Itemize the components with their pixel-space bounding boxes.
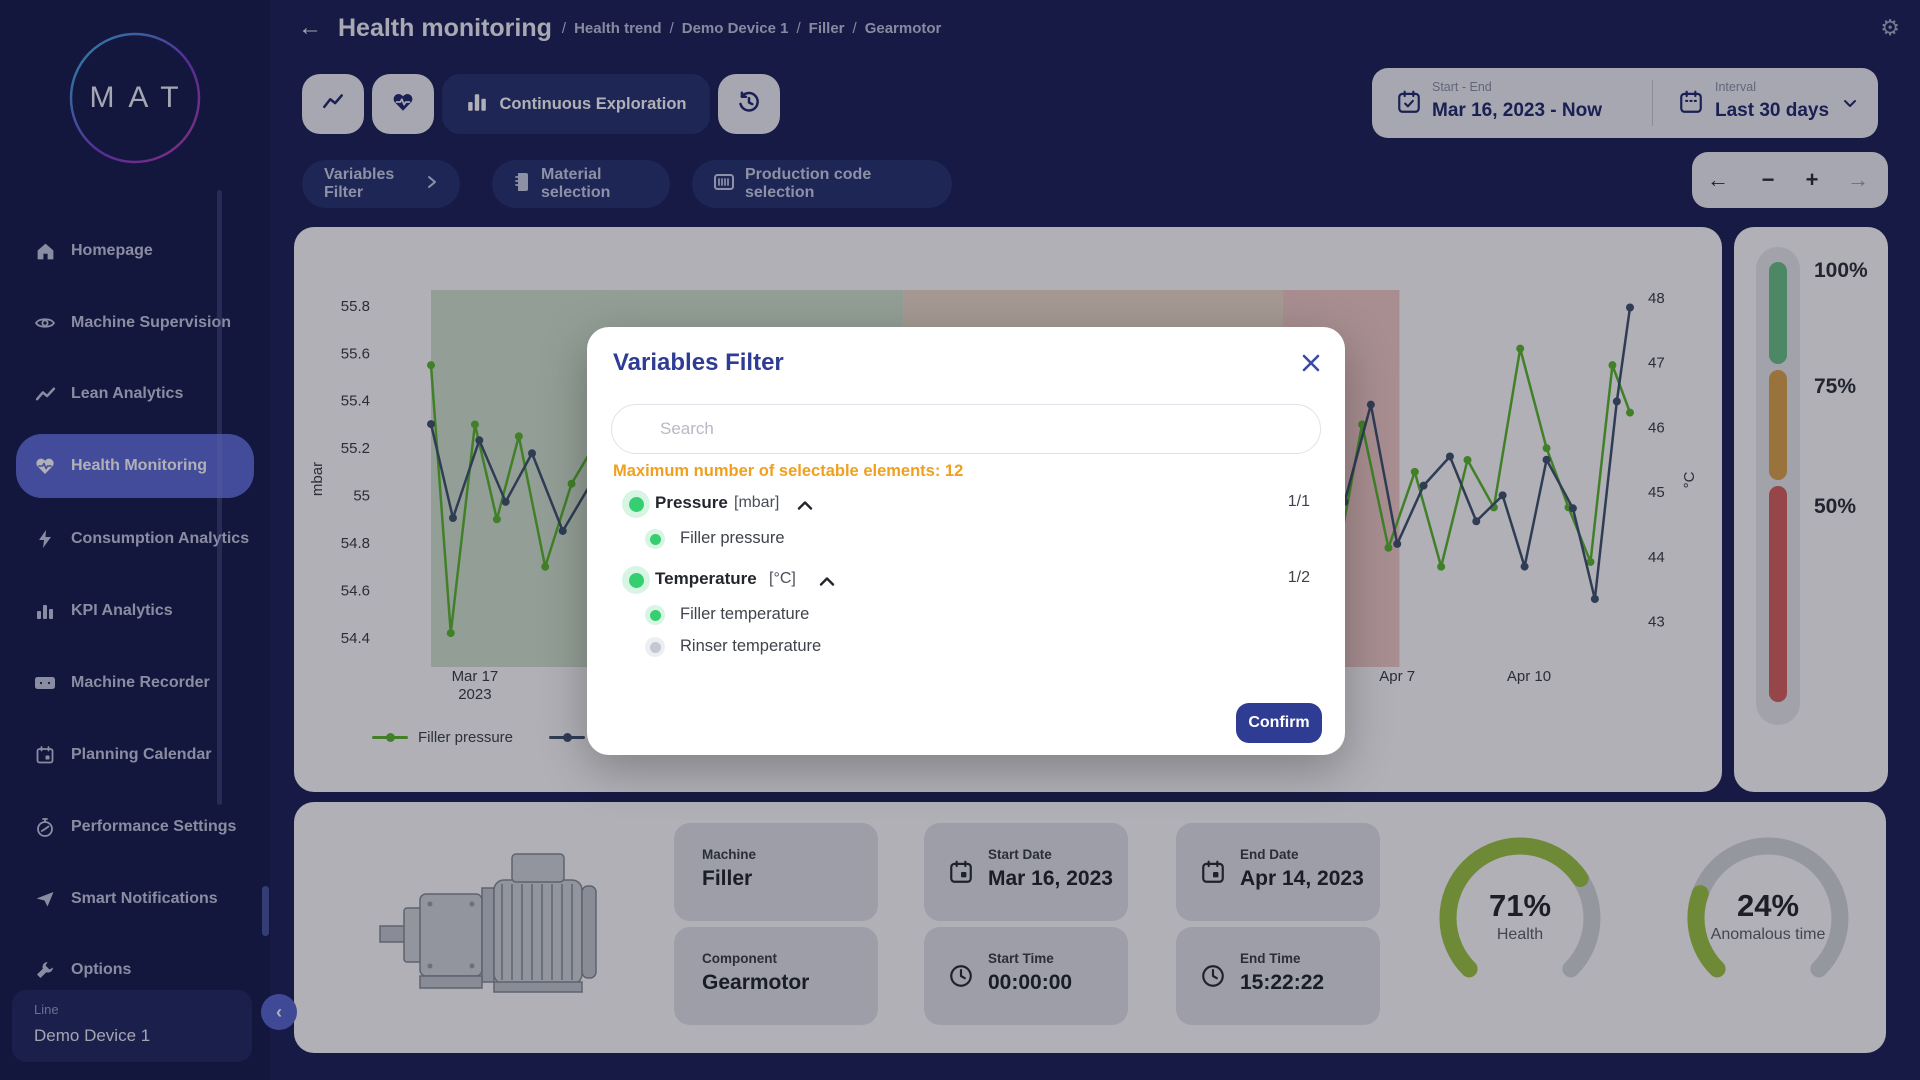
variable-label: Rinser temperature — [680, 637, 821, 656]
search-input[interactable] — [611, 404, 1321, 454]
group-selected-dot[interactable] — [622, 566, 650, 594]
variable-item-rinser-temperature[interactable]: Rinser temperature — [587, 632, 1087, 662]
app-root: MAT Homepage Machine Supervision Lean An… — [0, 0, 1920, 1080]
chevron-up-icon[interactable] — [819, 574, 835, 592]
chevron-up-icon[interactable] — [797, 498, 813, 516]
variable-selected-dot — [645, 605, 665, 625]
group-name: Pressure — [655, 493, 728, 513]
temperature-group-row[interactable]: Temperature [°C] 1/2 — [587, 563, 1345, 597]
max-elements-warning: Maximum number of selectable elements: 1… — [613, 462, 963, 481]
variable-label: Filler temperature — [680, 605, 809, 624]
confirm-button[interactable]: Confirm — [1236, 703, 1322, 743]
group-unit: [°C] — [769, 570, 796, 588]
modal-title: Variables Filter — [613, 349, 784, 377]
group-count: 1/2 — [1288, 569, 1310, 587]
variable-item-filler-temperature[interactable]: Filler temperature — [587, 600, 1087, 630]
group-name: Temperature — [655, 569, 757, 589]
variables-filter-modal: Variables Filter Maximum number of selec… — [587, 327, 1345, 755]
close-icon[interactable] — [1299, 351, 1323, 375]
variable-label: Filler pressure — [680, 529, 785, 548]
variable-selected-dot — [645, 529, 665, 549]
pressure-group-row[interactable]: Pressure [mbar] 1/1 — [587, 487, 1345, 521]
variable-unselected-dot — [645, 637, 665, 657]
group-unit: [mbar] — [734, 494, 779, 512]
group-count: 1/1 — [1288, 493, 1310, 511]
group-selected-dot[interactable] — [622, 490, 650, 518]
variable-item-filler-pressure[interactable]: Filler pressure — [587, 524, 1087, 554]
